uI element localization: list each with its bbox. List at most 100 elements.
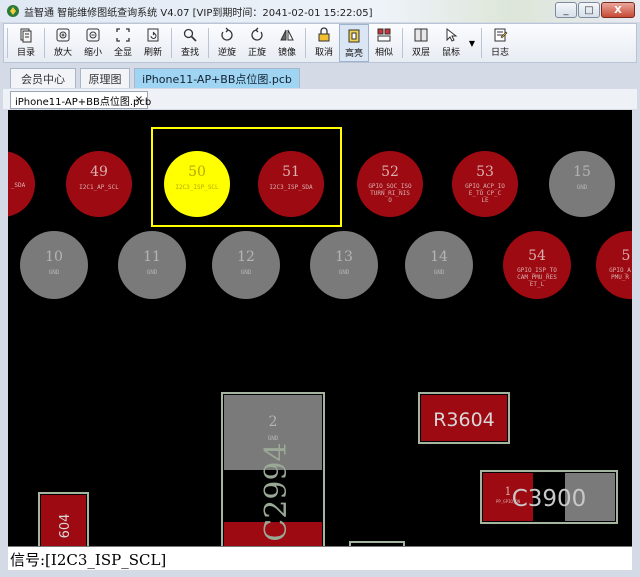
dual-layer-button-label: 双层 xyxy=(411,48,430,58)
maximize-button[interactable]: □ xyxy=(578,2,600,18)
cancel-button[interactable]: 取消 xyxy=(309,24,339,62)
status-bar: 信号:[I2C3_ISP_SCL] xyxy=(8,546,632,570)
catalog-icon xyxy=(20,28,32,43)
similar-icon xyxy=(377,28,391,42)
similar-button[interactable]: 相似 xyxy=(369,24,399,62)
pad-number: 50 xyxy=(188,164,206,180)
rotate-cw-button-label: 正旋 xyxy=(247,48,266,58)
pad-49[interactable]: 49 I2C1_AP_SCL xyxy=(66,151,132,217)
close-tab-icon[interactable]: × xyxy=(133,94,145,106)
component-ref-label: 604 xyxy=(58,514,73,539)
document-tab-label: iPhone11-AP+BB点位图.pcb xyxy=(15,96,152,108)
pad-54[interactable]: 54 GPIO_ISP_TO CAM_PMU_RES ET_L xyxy=(503,231,571,299)
mouse-button[interactable]: 鼠标 xyxy=(436,24,466,62)
log-button[interactable]: 日志 xyxy=(485,24,515,62)
search-button[interactable]: 查找 xyxy=(175,24,205,62)
rotate-ccw-icon xyxy=(221,27,233,41)
pcb-drawing[interactable]: _SDA 49 I2C1_AP_SCL 50 I2C3_ISP_SCL 51 I… xyxy=(8,110,632,546)
pad-12[interactable]: 12 GND xyxy=(212,231,280,299)
fit-all-button[interactable]: 全显 xyxy=(108,24,138,62)
toolbar-separator xyxy=(171,28,172,58)
pad-10[interactable]: 10 GND xyxy=(20,231,88,299)
highlight-button[interactable]: 高亮 xyxy=(339,24,369,62)
mirror-button[interactable]: 镜像 xyxy=(272,24,302,62)
main-tab-bar: 会员中心 原理图 iPhone11-AP+BB点位图.pcb xyxy=(3,66,637,88)
pad-number: 53 xyxy=(476,164,494,180)
pad-number: 12 xyxy=(237,249,255,265)
toolbar: 目录 放大 缩小 全显 刷新 查找 逆旋 正旋 镜像 取消 高亮 相似 双层 鼠… xyxy=(3,23,637,63)
toolbar-separator xyxy=(44,28,45,58)
refresh-button[interactable]: 刷新 xyxy=(138,24,168,62)
pad-number: 1 xyxy=(505,485,512,498)
pad-50-selected[interactable]: 50 I2C3_ISP_SCL xyxy=(164,151,230,217)
component-ref-label: R3604 xyxy=(433,409,495,431)
pad-11[interactable]: 11 GND xyxy=(118,231,186,299)
fit-all-button-label: 全显 xyxy=(113,48,132,58)
pad-number: 14 xyxy=(430,249,448,265)
component-c3900[interactable]: 1 PP_GPIO_ON C3900 xyxy=(480,470,618,524)
refresh-button-label: 刷新 xyxy=(143,48,162,58)
component-r3604[interactable]: R3604 xyxy=(418,392,510,444)
pad-row-2: 10 GND 11 GND 12 GND 13 GND 14 GND 54 GP… xyxy=(20,231,632,299)
cancel-icon xyxy=(318,27,330,42)
component-c2994[interactable]: 2 GND C2994 xyxy=(221,392,325,546)
cancel-button-label: 取消 xyxy=(314,48,333,58)
pad-52[interactable]: 52 GPIO_SOC_ISO TURN_RI_NIS O xyxy=(357,151,423,217)
fit-all-icon xyxy=(116,28,130,42)
zoom-in-icon xyxy=(56,28,70,42)
toolbar-separator xyxy=(402,28,403,58)
highlight-icon xyxy=(348,29,360,43)
minimize-button[interactable]: _ xyxy=(555,2,577,18)
signal-label: 信号:[I2C3_ISP_SCL] xyxy=(10,551,167,569)
pad-55[interactable]: 5 GPIO_A PMU_R xyxy=(596,231,632,299)
zoom-in-button[interactable]: 放大 xyxy=(48,24,78,62)
pad-net-label: I2C3_ISP_SCL xyxy=(175,184,219,191)
tab-schematic[interactable]: 原理图 xyxy=(80,68,130,88)
pad-48[interactable]: _SDA xyxy=(8,151,35,217)
pcb-canvas[interactable]: _SDA 49 I2C1_AP_SCL 50 I2C3_ISP_SCL 51 I… xyxy=(8,110,632,546)
pad-net-label: GND xyxy=(49,269,60,276)
pad-net-label: GND xyxy=(241,269,252,276)
document-tab[interactable]: iPhone11-AP+BB点位图.pcb × xyxy=(10,91,152,109)
search-icon xyxy=(183,28,197,42)
pad-53[interactable]: 53 GPIO_ACP_IO E_TO_CP_C LE xyxy=(452,151,518,217)
title-bar: 益智通 智能维修图纸查询系统 V4.07 [VIP到期时间：2041-02-01… xyxy=(0,0,640,22)
window-title: 益智通 智能维修图纸查询系统 V4.07 [VIP到期时间：2041-02-01… xyxy=(24,8,373,19)
pad-row-1: _SDA 49 I2C1_AP_SCL 50 I2C3_ISP_SCL 51 I… xyxy=(8,151,615,217)
rotate-cw-button[interactable]: 正旋 xyxy=(242,24,272,62)
tab-member-center[interactable]: 会员中心 xyxy=(10,68,76,88)
highlight-button-label: 高亮 xyxy=(344,49,363,59)
pad-net-label: I2C1_AP_SCL xyxy=(79,184,119,191)
catalog-button-label: 目录 xyxy=(16,48,35,58)
pad-15[interactable]: 15 GND xyxy=(549,151,615,217)
document-tab-bar: iPhone11-AP+BB点位图.pcb × xyxy=(3,89,637,109)
catalog-button[interactable]: 目录 xyxy=(11,24,41,62)
search-button-label: 查找 xyxy=(180,48,199,58)
toolbar-separator xyxy=(7,28,8,58)
pad-net-label: GND xyxy=(577,184,588,191)
mirror-icon xyxy=(280,29,294,41)
pad-51[interactable]: 51 I2C3_ISP_SDA xyxy=(258,151,324,217)
pad-number: 15 xyxy=(573,164,591,180)
pad-number: 5 xyxy=(622,248,631,264)
mouse-button-label: 鼠标 xyxy=(441,48,460,58)
close-button[interactable]: X xyxy=(601,2,635,18)
zoom-in-button-label: 放大 xyxy=(53,48,72,58)
rotate-ccw-button[interactable]: 逆旋 xyxy=(212,24,242,62)
pad-net-label: GND xyxy=(339,269,350,276)
dual-layer-button[interactable]: 双层 xyxy=(406,24,436,62)
pad-14[interactable]: 14 GND xyxy=(405,231,473,299)
pad-13[interactable]: 13 GND xyxy=(310,231,378,299)
tab-pcb-file[interactable]: iPhone11-AP+BB点位图.pcb xyxy=(134,68,300,88)
component-left-604[interactable]: 604 xyxy=(38,492,89,546)
pad-net-label: GPIO_A PMU_R xyxy=(609,267,631,281)
mouse-dropdown-arrow-icon[interactable]: ▼ xyxy=(466,24,478,62)
component-ref-label: C2994 xyxy=(259,442,294,541)
zoom-out-button[interactable]: 缩小 xyxy=(78,24,108,62)
mouse-pointer-icon xyxy=(446,27,458,42)
pad-number: 52 xyxy=(381,164,399,180)
pad-net-label: _SDA xyxy=(11,182,26,189)
toolbar-separator xyxy=(481,28,482,58)
pad-number: 13 xyxy=(335,249,353,265)
component-ref-label: C3900 xyxy=(512,486,587,512)
